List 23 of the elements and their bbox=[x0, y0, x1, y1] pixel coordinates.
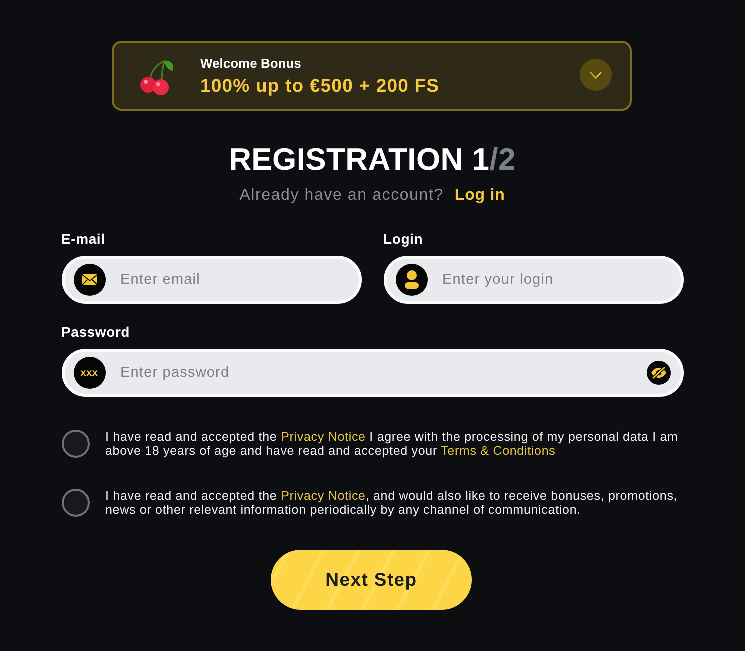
login-field[interactable]: Enter your login bbox=[384, 256, 684, 304]
policy-link[interactable]: Terms & Conditions bbox=[441, 444, 556, 458]
consent-text: I have read and accepted the Privacy Notice, and would also like to receive bonuses, promotions, news or other relevant information periodically by any channel of communication. bbox=[106, 489, 679, 517]
policy-link[interactable]: Privacy Notice bbox=[281, 430, 366, 444]
email-field[interactable]: Enter email bbox=[62, 256, 362, 304]
account-prompt: Already have an account? bbox=[240, 186, 444, 206]
bonus-banner[interactable]: Welcome Bonus 100% up to €500 + 200 FS bbox=[112, 41, 632, 111]
chevron-icon bbox=[590, 72, 602, 78]
registration-title: REGISTRATION 1/2 bbox=[229, 141, 516, 179]
login-link[interactable]: Log in bbox=[454, 186, 506, 206]
envelope-icon bbox=[74, 264, 106, 296]
expand-button[interactable] bbox=[580, 59, 612, 91]
field-label: Password bbox=[62, 323, 130, 341]
user-icon bbox=[396, 264, 428, 296]
consent-checkbox[interactable] bbox=[62, 430, 90, 458]
consent-text: I have read and accepted the Privacy Notice I agree with the processing of my personal data I am above 18 years of age and have read and accepted your Terms & Conditions bbox=[106, 430, 680, 458]
bonus-offer: 100% up to €500 + 200 FS bbox=[200, 74, 440, 96]
consent-checkbox[interactable] bbox=[62, 489, 90, 517]
bonus-title: Welcome Bonus bbox=[200, 56, 302, 70]
policy-link[interactable]: Privacy Notice bbox=[281, 489, 366, 503]
next-step-button[interactable]: Next Step bbox=[271, 550, 472, 610]
field-label: Login bbox=[384, 230, 424, 248]
field-label: E-mail bbox=[62, 230, 106, 248]
